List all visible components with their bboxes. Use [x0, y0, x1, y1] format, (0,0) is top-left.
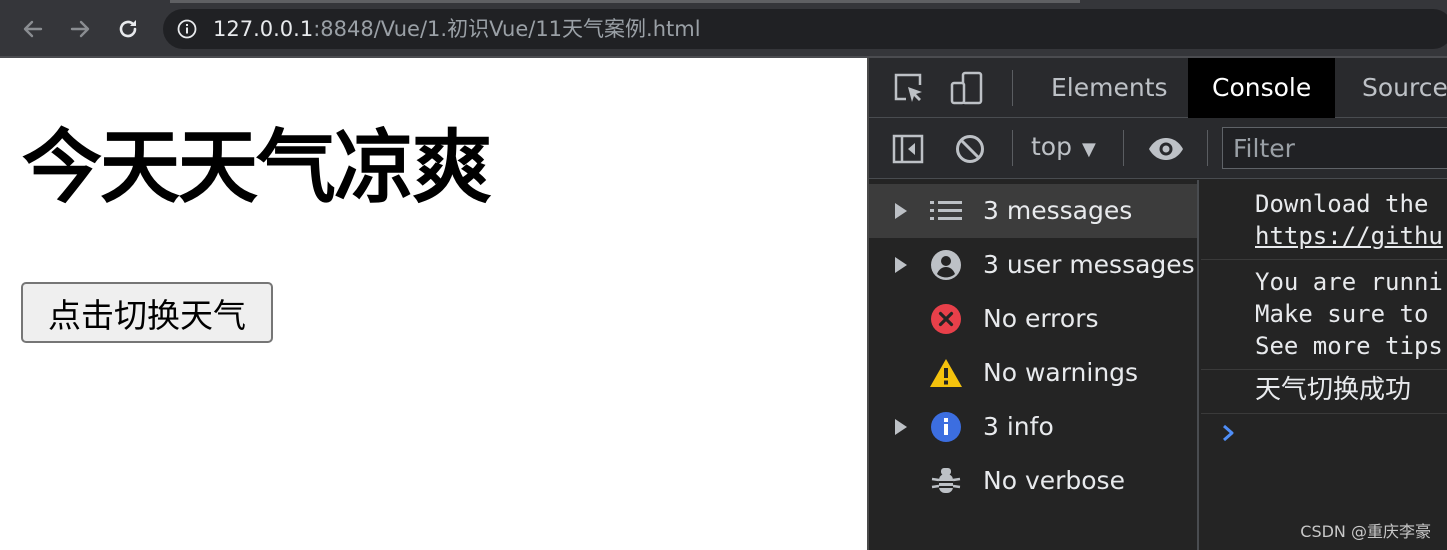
tab-separator: [1012, 70, 1013, 106]
weather-heading: 今天天气凉爽: [22, 121, 492, 214]
tab-elements[interactable]: Elements: [1027, 58, 1192, 118]
sidebar-item-label: No warnings: [983, 358, 1139, 387]
console-sidebar: 3 messages 3 user messages No errors No …: [869, 180, 1199, 550]
sidebar-item-label: No verbose: [983, 466, 1125, 495]
expand-arrow-icon[interactable]: [895, 203, 907, 219]
info-icon[interactable]: [177, 19, 197, 39]
sidebar-item-info[interactable]: 3 info: [869, 400, 1197, 454]
sidebar-item-errors[interactable]: No errors: [869, 292, 1197, 346]
message-link[interactable]: https://githu: [1255, 220, 1443, 252]
sidebar-item-verbose[interactable]: No verbose: [869, 454, 1197, 508]
sidebar-item-messages[interactable]: 3 messages: [869, 184, 1197, 238]
devtools-panel: Elements Console Sources top▼ 3 mes: [867, 58, 1447, 550]
user-icon: [929, 249, 963, 281]
console-message[interactable]: Download the https://githu: [1201, 180, 1447, 260]
device-toolbar-icon[interactable]: [947, 68, 987, 108]
filter-input[interactable]: [1223, 128, 1447, 168]
console-message[interactable]: 天气切换成功: [1201, 370, 1447, 414]
forward-icon[interactable]: [65, 14, 95, 44]
sidebar-toggle-icon[interactable]: [889, 130, 927, 168]
info-icon: [929, 411, 963, 443]
expand-arrow-icon[interactable]: [895, 419, 907, 435]
toolbar-separator: [1012, 130, 1013, 166]
devtools-tabbar: Elements Console Sources: [869, 58, 1447, 118]
expand-arrow-icon[interactable]: [895, 257, 907, 273]
warning-icon: [929, 357, 963, 389]
message-line: See more tips: [1255, 332, 1443, 360]
message-line: Make sure to: [1255, 300, 1429, 328]
console-message[interactable]: You are runni Make sure to See more tips: [1201, 260, 1447, 370]
list-icon: [929, 195, 963, 227]
address-bar[interactable]: 127.0.0.1:8848/Vue/1.初识Vue/11天气案例.html: [163, 9, 1447, 49]
toggle-weather-button[interactable]: 点击切换天气: [21, 282, 273, 343]
tab-strip: [170, 0, 1080, 3]
console-prompt-icon[interactable]: [1221, 423, 1237, 447]
bug-icon: [929, 465, 963, 497]
reload-icon[interactable]: [113, 14, 143, 44]
sidebar-item-user-messages[interactable]: 3 user messages: [869, 238, 1197, 292]
error-icon: [929, 303, 963, 335]
sidebar-item-warnings[interactable]: No warnings: [869, 346, 1197, 400]
inspect-element-icon[interactable]: [889, 70, 929, 106]
chevron-down-icon: ▼: [1081, 139, 1096, 160]
toolbar-separator: [1207, 130, 1208, 166]
url-host: 127.0.0.1: [213, 17, 314, 41]
sidebar-item-label: 3 user messages: [983, 250, 1195, 279]
console-toolbar: top ▼: [869, 118, 1447, 179]
browser-toolbar: 127.0.0.1:8848/Vue/1.初识Vue/11天气案例.html: [0, 0, 1447, 58]
message-line: Download the: [1255, 190, 1429, 218]
message-line: 天气切换成功: [1255, 375, 1412, 405]
message-line: You are runni: [1255, 268, 1443, 296]
page-content: 今天天气凉爽 点击切换天气: [0, 58, 867, 550]
tab-sources[interactable]: Sources: [1338, 58, 1447, 118]
sidebar-item-label: 3 info: [983, 412, 1054, 441]
sidebar-item-label: No errors: [983, 304, 1099, 333]
watermark: CSDN @重庆李豪: [1300, 522, 1431, 541]
console-messages: Download the https://githu You are runni…: [1201, 180, 1447, 550]
live-expression-eye-icon[interactable]: [1145, 131, 1187, 167]
tab-console[interactable]: Console: [1188, 58, 1336, 118]
context-selector[interactable]: top ▼: [1031, 132, 1096, 161]
back-icon[interactable]: [18, 14, 48, 44]
clear-console-icon[interactable]: [951, 130, 989, 168]
url-text: 127.0.0.1:8848/Vue/1.初识Vue/11天气案例.html: [213, 16, 701, 42]
sidebar-item-label: 3 messages: [983, 196, 1133, 225]
url-path: :8848/Vue/1.初识Vue/11天气案例.html: [313, 17, 701, 41]
filter-box[interactable]: [1222, 127, 1447, 169]
context-label: top: [1031, 132, 1072, 161]
toolbar-separator: [1123, 130, 1124, 166]
